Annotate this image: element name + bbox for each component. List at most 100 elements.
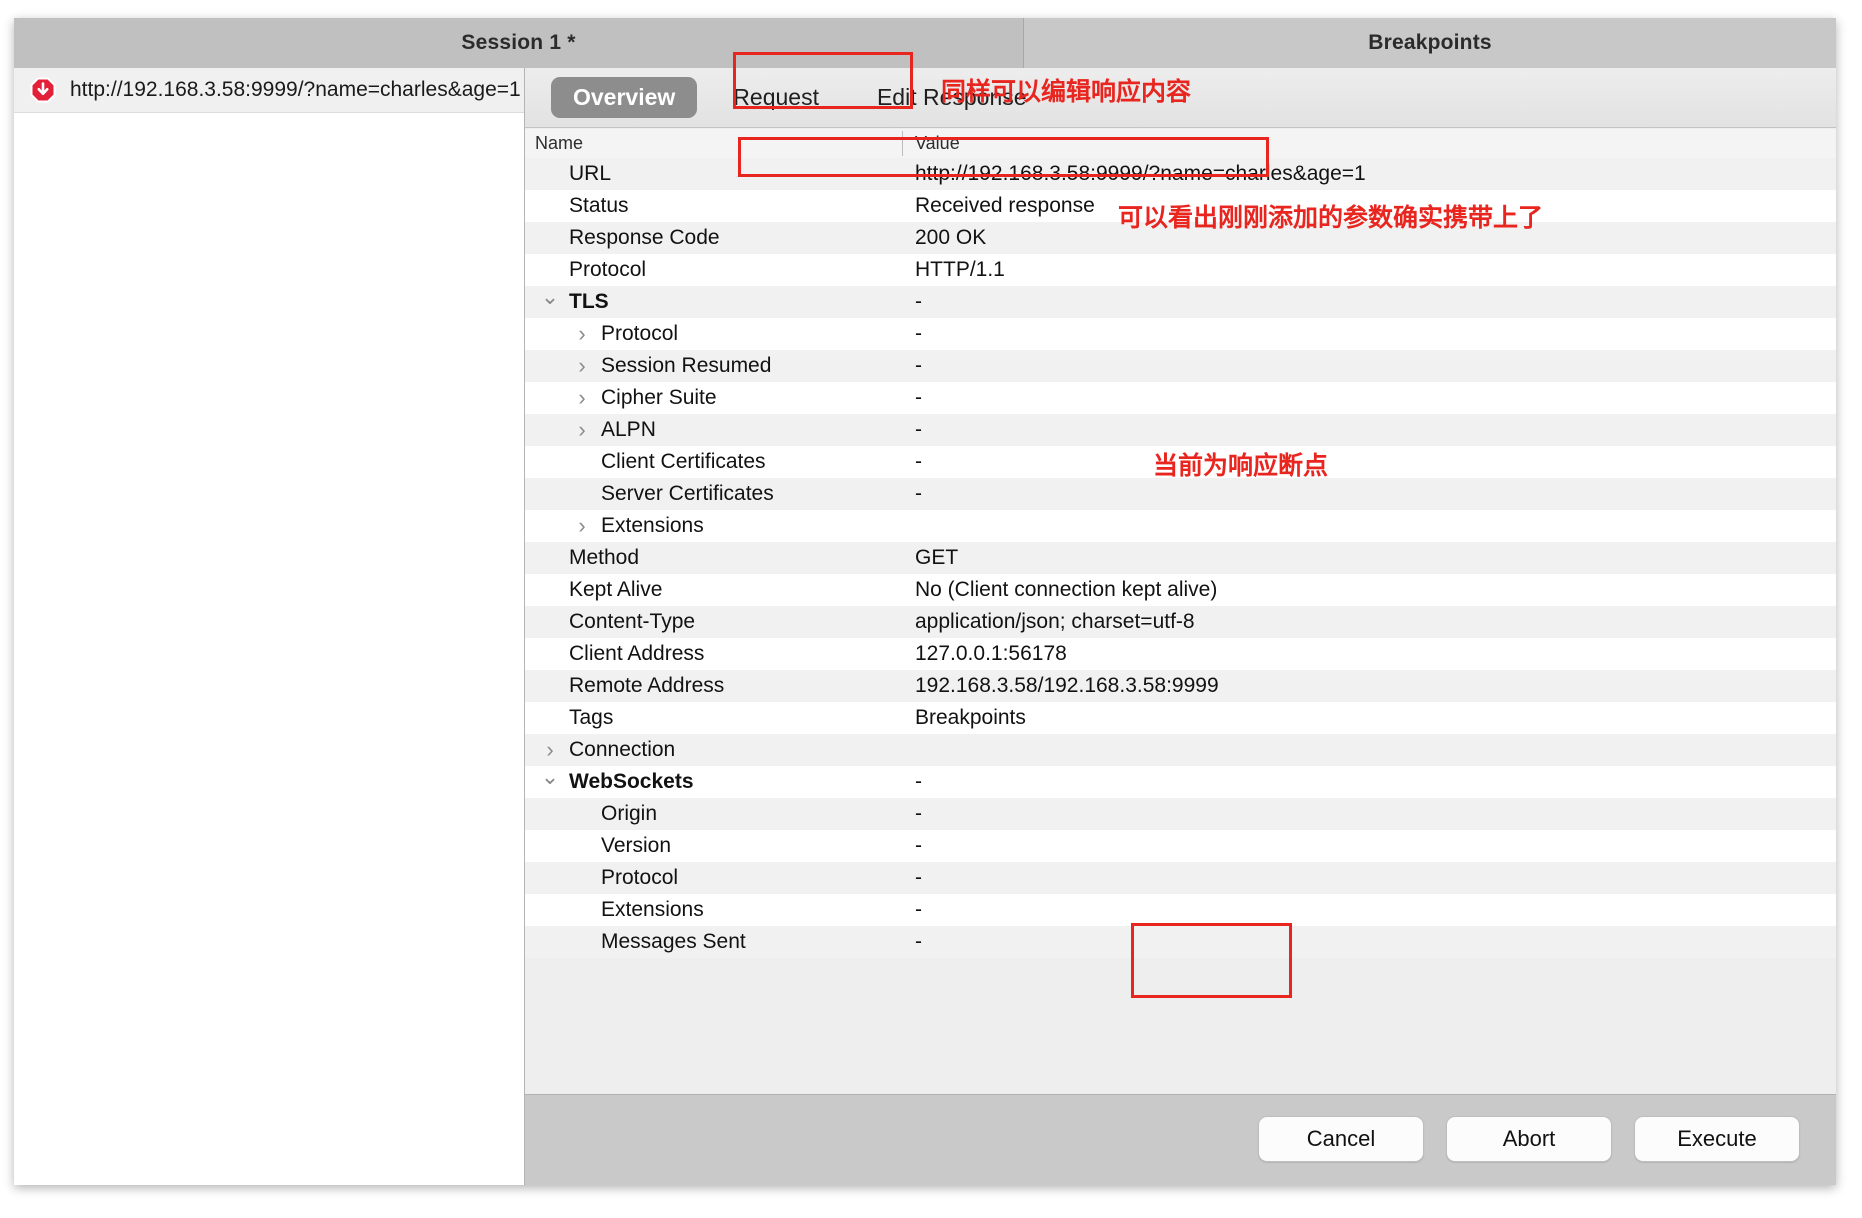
chevron-right-icon[interactable]: › xyxy=(571,355,593,377)
row-value-cell: - xyxy=(902,482,1836,506)
row-name-cell: Remote Address xyxy=(525,674,902,698)
table-row[interactable]: ›Protocol- xyxy=(525,318,1836,350)
row-value-cell: 192.168.3.58/192.168.3.58:9999 xyxy=(902,674,1836,698)
row-value-cell: - xyxy=(902,450,1836,474)
tab-overview[interactable]: Overview xyxy=(551,77,697,118)
row-name-label: Extensions xyxy=(601,898,704,922)
row-name-cell: Response Code xyxy=(525,226,902,250)
row-name-cell: Status xyxy=(525,194,902,218)
row-name-cell: ›Connection xyxy=(525,738,902,762)
row-name-label: Content-Type xyxy=(569,610,695,634)
dialog-footer: Cancel Abort Execute xyxy=(525,1094,1836,1185)
chevron-right-icon[interactable]: › xyxy=(571,515,593,537)
table-row[interactable]: Messages Sent- xyxy=(525,926,1836,958)
row-name-label: Messages Sent xyxy=(601,930,746,954)
table-row[interactable]: ›Extensions xyxy=(525,510,1836,542)
table-row[interactable]: Remote Address 192.168.3.58/192.168.3.58:… xyxy=(525,670,1836,702)
chevron-down-icon[interactable]: ⌄ xyxy=(539,770,561,788)
row-name-label: Protocol xyxy=(601,866,678,890)
breakpoints-title-panel: Breakpoints xyxy=(1024,18,1836,68)
table-row[interactable]: TagsBreakpoints xyxy=(525,702,1836,734)
table-row[interactable]: Content-Typeapplication/json; charset=ut… xyxy=(525,606,1836,638)
table-row[interactable]: Client Address 127.0.0.1:56178 xyxy=(525,638,1836,670)
table-row[interactable]: URLhttp://192.168.3.58:9999/?name=charle… xyxy=(525,158,1836,190)
row-name-cell: Tags xyxy=(525,706,902,730)
window-titlebar: Session 1 * Breakpoints xyxy=(14,18,1836,69)
row-name-label: Cipher Suite xyxy=(601,386,717,410)
session-url-label: http://192.168.3.58:9999/?name=charles&a… xyxy=(70,78,521,102)
table-row[interactable]: Version- xyxy=(525,830,1836,862)
chevron-right-icon[interactable]: › xyxy=(539,739,561,761)
row-name-cell: ⌄ WebSockets xyxy=(525,770,902,794)
row-name-label: ALPN xyxy=(601,418,656,442)
tab-request[interactable]: Request xyxy=(711,77,841,118)
abort-button[interactable]: Abort xyxy=(1446,1116,1612,1162)
row-name-cell: › Session Resumed xyxy=(525,354,902,378)
row-name-label: Method xyxy=(569,546,639,570)
row-name-cell: Extensions xyxy=(525,898,902,922)
chevron-down-icon[interactable]: ⌄ xyxy=(539,290,561,308)
row-value-cell: - xyxy=(902,386,1836,410)
table-row[interactable]: Method GET xyxy=(525,542,1836,574)
annotation-edit-response: 同样可以编辑响应内容 xyxy=(941,72,1191,108)
row-name-cell: Protocol xyxy=(525,866,902,890)
row-name-label: Version xyxy=(601,834,671,858)
row-name-label: URL xyxy=(569,162,611,186)
row-name-cell: Kept Alive xyxy=(525,578,902,602)
session-list-item[interactable]: http://192.168.3.58:9999/?name=charles&a… xyxy=(14,68,524,113)
row-name-cell: ›Protocol xyxy=(525,322,902,346)
breakpoint-detail-panel: Overview Request Edit Response Name Valu… xyxy=(525,68,1836,1185)
table-row[interactable]: ⌄TLS- xyxy=(525,286,1836,318)
row-name-cell: Method xyxy=(525,546,902,570)
row-name-label: Remote Address xyxy=(569,674,724,698)
row-name-label: Session Resumed xyxy=(601,354,771,378)
table-row[interactable]: › Session Resumed - xyxy=(525,350,1836,382)
session-title: Session 1 * xyxy=(461,31,575,55)
row-name-cell: Client Address xyxy=(525,642,902,666)
cancel-button[interactable]: Cancel xyxy=(1258,1116,1424,1162)
row-name-label: Protocol xyxy=(569,258,646,282)
chevron-right-icon[interactable]: › xyxy=(571,323,593,345)
column-divider[interactable] xyxy=(902,131,903,156)
row-value-cell: No (Client connection kept alive) xyxy=(902,578,1836,602)
table-row[interactable]: ›Connection xyxy=(525,734,1836,766)
row-name-cell: › Cipher Suite xyxy=(525,386,902,410)
row-value-cell: 127.0.0.1:56178 xyxy=(902,642,1836,666)
table-row[interactable]: Origin - xyxy=(525,798,1836,830)
table-row[interactable]: Kept Alive No (Client connection kept ali… xyxy=(525,574,1836,606)
annotation-breakpoint-type: 当前为响应断点 xyxy=(1153,446,1328,482)
table-header: Name Value xyxy=(525,129,1836,159)
table-row[interactable]: › Cipher Suite - xyxy=(525,382,1836,414)
table-row[interactable]: ⌄WebSockets- xyxy=(525,766,1836,798)
row-value-cell: - xyxy=(902,866,1836,890)
row-name-cell: URL xyxy=(525,162,902,186)
row-name-label: Tags xyxy=(569,706,613,730)
execute-button[interactable]: Execute xyxy=(1634,1116,1800,1162)
row-name-label: Response Code xyxy=(569,226,720,250)
table-row[interactable]: ProtocolHTTP/1.1 xyxy=(525,254,1836,286)
row-value-cell: GET xyxy=(902,546,1836,570)
row-value-cell: - xyxy=(902,898,1836,922)
row-name-label: WebSockets xyxy=(569,770,694,794)
table-row[interactable]: ›ALPN- xyxy=(525,414,1836,446)
chevron-right-icon[interactable]: › xyxy=(571,387,593,409)
row-value-cell: - xyxy=(902,802,1836,826)
row-value-cell: - xyxy=(902,290,1836,314)
row-name-cell: Client Certificates xyxy=(525,450,902,474)
row-name-cell: Version xyxy=(525,834,902,858)
row-value-cell: - xyxy=(902,354,1836,378)
row-name-cell: Messages Sent xyxy=(525,930,902,954)
screenshot-root: Session 1 * Breakpoints http://192.168.3… xyxy=(0,0,1862,1218)
table-row[interactable]: Server Certificates- xyxy=(525,478,1836,510)
row-name-cell: ›Extensions xyxy=(525,514,902,538)
row-name-label: Origin xyxy=(601,802,657,826)
row-name-label: Kept Alive xyxy=(569,578,662,602)
row-name-label: Client Address xyxy=(569,642,704,666)
row-name-cell: Protocol xyxy=(525,258,902,282)
table-row[interactable]: Protocol - xyxy=(525,862,1836,894)
chevron-right-icon[interactable]: › xyxy=(571,419,593,441)
session-list-pane: http://192.168.3.58:9999/?name=charles&a… xyxy=(14,68,525,1185)
overview-table-body: URLhttp://192.168.3.58:9999/?name=charle… xyxy=(525,158,1836,1094)
footer-button-row: Cancel Abort Execute xyxy=(1258,1116,1800,1162)
table-row[interactable]: Extensions - xyxy=(525,894,1836,926)
